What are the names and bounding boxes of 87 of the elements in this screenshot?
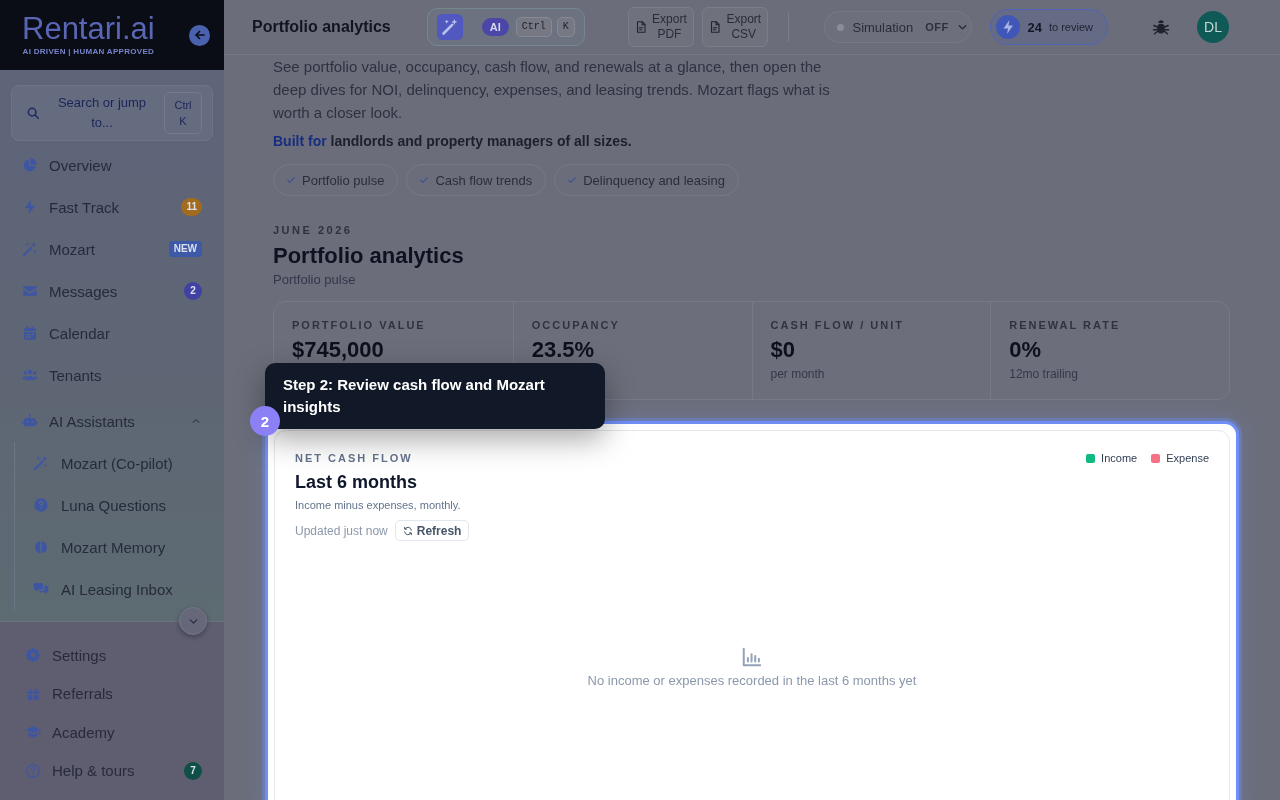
brain-icon xyxy=(33,539,49,555)
nav-item[interactable]: Mozart Memory xyxy=(15,526,213,568)
period-label: JUNE 2026 xyxy=(273,223,354,237)
nav-item[interactable]: Fast Track 11 xyxy=(11,186,213,228)
nav-item[interactable]: Luna Questions xyxy=(15,484,213,526)
ai-badge: AI xyxy=(481,18,509,36)
magic-wand-icon xyxy=(33,455,49,471)
card-subtitle: Income minus expenses, monthly. xyxy=(295,498,462,512)
nav-badge: 11 xyxy=(181,198,202,216)
stat-label: CASH FLOW / UNIT xyxy=(770,318,905,332)
nav-item[interactable]: Mozart (Co-pilot) xyxy=(15,442,213,484)
nav-item[interactable]: Overview xyxy=(11,144,213,186)
calendar-icon xyxy=(22,325,38,341)
nav-item[interactable]: Referrals xyxy=(11,674,213,713)
updated-text: Updated just now xyxy=(295,523,388,538)
collapse-sidebar-button[interactable] xyxy=(189,24,210,46)
stat-value: $0 xyxy=(770,337,796,363)
document-icon xyxy=(709,20,722,34)
help-icon xyxy=(25,762,41,779)
feature-tag-label: Delinquency and leasing xyxy=(583,172,725,188)
nav-item[interactable]: Academy xyxy=(11,713,213,752)
nav-item[interactable]: Tenants xyxy=(11,354,213,396)
scroll-down-button[interactable] xyxy=(179,607,207,635)
shortcut-key: Ctrl xyxy=(515,17,552,37)
lightning-icon xyxy=(996,15,1021,39)
nav-item[interactable]: AI Assistants xyxy=(11,400,213,442)
stat-label: OCCUPANCY xyxy=(531,318,621,332)
nav-badge: 7 xyxy=(184,761,202,780)
stat-caption: 12mo trailing xyxy=(1009,366,1079,382)
legend-label: Expense xyxy=(1166,452,1209,464)
chat-bubbles-icon xyxy=(33,581,49,597)
magic-wand-icon xyxy=(436,14,463,40)
card-title: Last 6 months xyxy=(295,471,419,493)
nav-badge: 2 xyxy=(184,282,202,300)
simulation-dropdown[interactable]: Simulation OFF xyxy=(824,11,973,43)
review-button[interactable]: 24 to review xyxy=(990,9,1108,45)
intro-paragraph: See portfolio value, occupancy, cash flow, and renewals at a glance, then open the deep dives for NOI, delinquency, expenses, and leasing trends. Mozart flags what is worth a closer look. xyxy=(273,57,831,123)
stat-label: PORTFOLIO VALUE xyxy=(292,318,427,332)
empty-state-message: No income or expenses recorded in the last 6 months yet xyxy=(587,673,917,688)
stat-label: RENEWAL RATE xyxy=(1009,318,1122,332)
search-icon xyxy=(26,106,40,120)
audience-note: Built for landlords and property managers of all sizes. xyxy=(273,132,633,151)
logo-tagline: AI DRIVEN | HUMAN APPROVED xyxy=(22,47,155,57)
question-icon xyxy=(33,497,49,513)
nav-badge: NEW xyxy=(168,241,202,257)
legend-label: Income xyxy=(1101,452,1138,464)
arrow-left-icon xyxy=(193,29,206,41)
nav-item[interactable]: AI Leasing Inbox xyxy=(15,568,213,610)
shortcut-key: K xyxy=(556,17,575,37)
export-button[interactable]: Export CSV xyxy=(702,7,769,47)
page-title: Portfolio analytics xyxy=(252,18,391,36)
stat-value: 0% xyxy=(1009,337,1043,363)
section-subheading: Portfolio pulse xyxy=(273,271,357,289)
magic-wand-icon xyxy=(22,241,38,257)
step-badge: 2 xyxy=(250,406,280,436)
check-icon xyxy=(567,175,578,185)
lightning-icon xyxy=(22,199,38,215)
stat-caption: per month xyxy=(770,366,826,382)
shortcut-key: Ctrl K xyxy=(164,92,202,134)
document-icon xyxy=(634,20,647,34)
refresh-icon xyxy=(402,525,413,536)
nav-item[interactable]: Help & tours 7 xyxy=(11,751,213,790)
nav-item[interactable]: Calendar xyxy=(11,312,213,354)
nav-item[interactable]: Mozart NEW xyxy=(11,228,213,270)
card-label: NET CASH FLOW xyxy=(295,451,414,465)
people-icon xyxy=(22,367,38,383)
bug-icon[interactable] xyxy=(1152,18,1170,36)
check-icon xyxy=(286,175,296,185)
robot-icon xyxy=(22,413,38,429)
feature-tag-label: Cash flow trends xyxy=(435,172,533,188)
stat-value: $745,000 xyxy=(292,337,385,363)
nav-item[interactable]: Messages 2 xyxy=(11,270,213,312)
search-field[interactable]: Search or jump to... Ctrl K xyxy=(11,85,213,141)
ai-command-button[interactable]: AI Ctrl K xyxy=(426,8,585,46)
envelope-icon xyxy=(22,283,38,299)
nav-item[interactable]: Settings xyxy=(11,636,213,675)
pie-chart-icon xyxy=(22,157,38,173)
stat-value: 23.5% xyxy=(531,337,596,363)
logo-wordmark: Rentari.ai xyxy=(22,13,155,45)
bar-chart-icon xyxy=(741,646,763,668)
export-button[interactable]: Export PDF xyxy=(627,7,695,47)
user-avatar[interactable]: DL xyxy=(1197,11,1229,43)
refresh-button[interactable]: Refresh xyxy=(394,520,470,541)
settings-icon xyxy=(25,647,41,664)
section-heading: Portfolio analytics xyxy=(273,242,465,270)
feature-tag-label: Portfolio pulse xyxy=(302,172,385,188)
check-icon xyxy=(419,175,430,185)
